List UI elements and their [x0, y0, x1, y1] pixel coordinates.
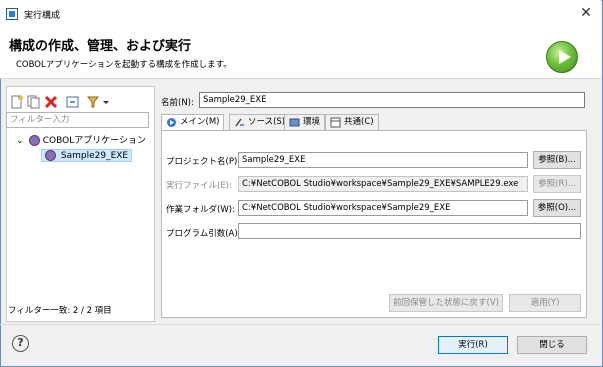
- filter-input[interactable]: フィルター入力: [6, 112, 149, 128]
- tab-environment-label: 環境: [303, 117, 321, 127]
- tab-environment[interactable]: 環境: [284, 114, 326, 130]
- title-bar: 実行構成 ✕: [0, 0, 601, 29]
- tab-common-label: 共通(C): [344, 117, 374, 127]
- tree-category-label: COBOLアプリケーション: [42, 136, 147, 146]
- footer-separator: [0, 324, 601, 325]
- tab-main-label: メイン(M): [180, 117, 220, 127]
- project-name-field[interactable]: Sample29_EXE: [238, 152, 528, 168]
- duplicate-icon[interactable]: [27, 95, 41, 109]
- browse-executable-button[interactable]: 参照(R)...: [533, 175, 581, 193]
- tab-source[interactable]: ソース(S): [229, 114, 291, 130]
- name-label: 名前(N):: [161, 98, 194, 108]
- program-arguments-field[interactable]: [238, 223, 581, 239]
- collapse-all-icon[interactable]: [66, 95, 80, 109]
- window-title: 実行構成: [24, 11, 61, 21]
- app-icon: [6, 8, 18, 20]
- executable-file-label: 実行ファイル(E):: [166, 181, 232, 191]
- executable-file-field[interactable]: C:¥NetCOBOL Studio¥workspace¥Sample29_EX…: [238, 176, 528, 192]
- tab-main[interactable]: メイン(M): [161, 114, 225, 131]
- close-icon[interactable]: ✕: [577, 4, 595, 22]
- revert-button[interactable]: 前回保管した状態に戻す(V): [389, 294, 503, 312]
- run-button[interactable]: 実行(R): [438, 336, 508, 354]
- browse-project-button[interactable]: 参照(B)...: [533, 151, 581, 169]
- cobol-app-icon: [28, 135, 40, 146]
- main-tab-icon: [167, 118, 176, 127]
- working-folder-field[interactable]: C:¥NetCOBOL Studio¥workspace¥Sample29_EX…: [238, 200, 528, 216]
- project-name-label: プロジェクト名(P):: [166, 157, 241, 167]
- environment-tab-icon: [289, 118, 300, 127]
- run-icon: [546, 41, 578, 73]
- help-icon[interactable]: ?: [12, 335, 29, 352]
- filter-icon[interactable]: [86, 95, 100, 109]
- chevron-down-icon[interactable]: ⌄: [16, 136, 26, 146]
- apply-button[interactable]: 適用(Y): [509, 294, 581, 312]
- working-folder-label: 作業フォルダ(W):: [166, 205, 235, 215]
- tree-item-label: Sample29_EXE: [60, 151, 129, 161]
- delete-icon[interactable]: [44, 95, 58, 109]
- left-toolbar: [10, 90, 150, 109]
- name-field[interactable]: Sample29_EXE: [199, 92, 585, 108]
- tab-source-label: ソース(S): [248, 117, 286, 127]
- common-tab-icon: [330, 117, 341, 128]
- chevron-down-icon[interactable]: [102, 95, 110, 109]
- new-configuration-icon[interactable]: [10, 95, 24, 109]
- dialog-title: 構成の作成、管理、および実行: [9, 39, 192, 54]
- dialog-header: 構成の作成、管理、および実行 COBOLアプリケーションを起動する構成を作成しま…: [0, 29, 601, 79]
- dialog-subtitle: COBOLアプリケーションを起動する構成を作成します。: [16, 60, 232, 70]
- filter-match-count: フィルター一致: 2 / 2 項目: [8, 306, 112, 316]
- source-tab-icon: [235, 118, 244, 127]
- tree-item-sample29-exe[interactable]: Sample29_EXE: [41, 149, 133, 162]
- program-arguments-label: プログラム引数(A):: [166, 229, 241, 239]
- tab-common[interactable]: 共通(C): [325, 114, 379, 130]
- configuration-icon: [45, 150, 56, 161]
- browse-working-folder-button[interactable]: 参照(O)...: [533, 199, 581, 217]
- close-button[interactable]: 閉じる: [517, 336, 587, 354]
- tree-item-cobol-application[interactable]: ⌄ COBOLアプリケーション: [16, 133, 146, 146]
